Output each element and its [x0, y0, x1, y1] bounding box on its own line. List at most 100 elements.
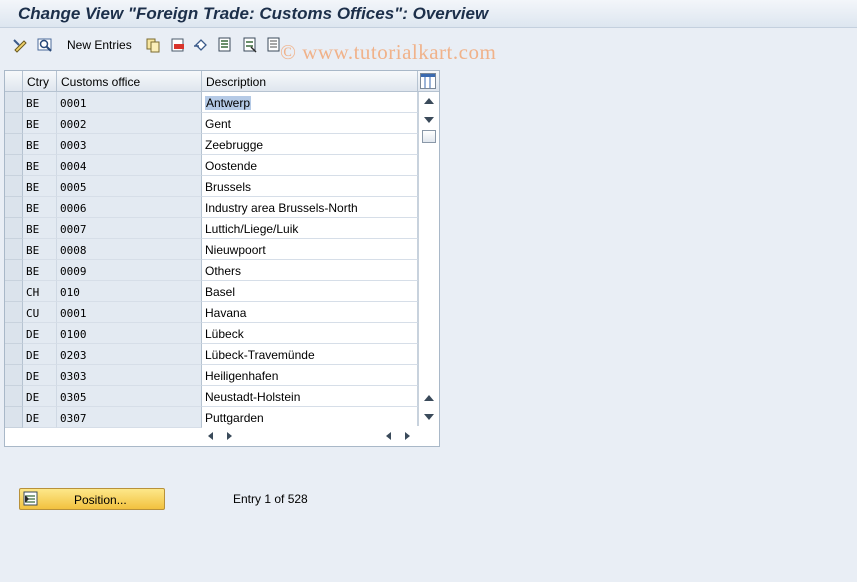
description-text: Brussels	[205, 180, 252, 194]
cell-customs-office: 0203	[57, 344, 202, 365]
vertical-scrollbar[interactable]	[418, 92, 439, 426]
cell-customs-office: 0305	[57, 386, 202, 407]
row-selector[interactable]	[5, 218, 23, 239]
row-selector[interactable]	[5, 365, 23, 386]
scroll-left-end-icon[interactable]	[386, 432, 391, 440]
cell-description[interactable]: Luttich/Liege/Luik	[202, 218, 418, 239]
cell-ctry: BE	[23, 155, 57, 176]
cell-description[interactable]: Oostende	[202, 155, 418, 176]
row-selector[interactable]	[5, 113, 23, 134]
cell-customs-office: 0100	[57, 323, 202, 344]
description-text: Lübeck-Travemünde	[205, 348, 315, 362]
description-text: Others	[205, 264, 242, 278]
cell-ctry: BE	[23, 113, 57, 134]
cell-description[interactable]: Brussels	[202, 176, 418, 197]
page-title: Change View "Foreign Trade: Customs Offi…	[18, 4, 489, 23]
description-text: Luttich/Liege/Luik	[205, 222, 299, 236]
row-selector[interactable]	[5, 239, 23, 260]
page-down-icon[interactable]	[424, 117, 434, 123]
row-selector[interactable]	[5, 407, 23, 428]
position-button[interactable]: Position...	[19, 488, 165, 510]
cell-customs-office: 0003	[57, 134, 202, 155]
cell-ctry: BE	[23, 218, 57, 239]
cell-ctry: DE	[23, 365, 57, 386]
display-change-icon[interactable]	[13, 37, 29, 53]
undo-icon[interactable]	[193, 37, 209, 53]
column-header-description[interactable]: Description	[202, 71, 418, 92]
cell-description[interactable]: Havana	[202, 302, 418, 323]
description-text: Nieuwpoort	[205, 243, 266, 257]
cell-ctry: DE	[23, 407, 57, 428]
row-selector[interactable]	[5, 323, 23, 344]
cell-ctry: BE	[23, 239, 57, 260]
cell-customs-office: 0005	[57, 176, 202, 197]
cell-description[interactable]: Neustadt-Holstein	[202, 386, 418, 407]
cell-description[interactable]: Zeebrugge	[202, 134, 418, 155]
cell-ctry: DE	[23, 323, 57, 344]
cell-description[interactable]: Others	[202, 260, 418, 281]
cell-ctry: CU	[23, 302, 57, 323]
row-selector[interactable]	[5, 197, 23, 218]
description-text: Antwerp	[205, 96, 252, 110]
scroll-left-icon[interactable]	[208, 432, 213, 440]
cell-description[interactable]: Industry area Brussels-North	[202, 197, 418, 218]
description-text: Oostende	[205, 159, 258, 173]
row-selector[interactable]	[5, 302, 23, 323]
application-toolbar: New Entries © www.tutorialkart.com	[0, 29, 857, 64]
scroll-right-icon[interactable]	[227, 432, 232, 440]
row-selector[interactable]	[5, 176, 23, 197]
row-selector[interactable]	[5, 134, 23, 155]
row-selector[interactable]	[5, 281, 23, 302]
cell-ctry: DE	[23, 344, 57, 365]
cell-ctry: BE	[23, 260, 57, 281]
row-selector[interactable]	[5, 386, 23, 407]
cell-ctry: BE	[23, 176, 57, 197]
cell-description[interactable]: Lübeck	[202, 323, 418, 344]
description-text: Industry area Brussels-North	[205, 201, 358, 215]
new-entries-button[interactable]: New Entries	[67, 38, 132, 52]
row-selector[interactable]	[5, 344, 23, 365]
page-up-icon[interactable]	[424, 395, 434, 401]
cell-description[interactable]: Basel	[202, 281, 418, 302]
row-selector[interactable]	[5, 155, 23, 176]
description-text: Havana	[205, 306, 247, 320]
table-settings-icon[interactable]	[420, 73, 436, 89]
row-selector[interactable]	[5, 92, 23, 113]
cell-customs-office: 0001	[57, 92, 202, 113]
cell-description[interactable]: Heiligenhafen	[202, 365, 418, 386]
find-icon[interactable]	[37, 37, 53, 53]
scroll-right-end-icon[interactable]	[405, 432, 410, 440]
cell-customs-office: 010	[57, 281, 202, 302]
description-text: Basel	[205, 285, 236, 299]
column-header-customs-office[interactable]: Customs office	[57, 71, 202, 92]
select-all-icon[interactable]	[217, 37, 233, 53]
description-text: Neustadt-Holstein	[205, 390, 301, 404]
scroll-up-icon[interactable]	[424, 98, 434, 104]
cell-customs-office: 0007	[57, 218, 202, 239]
scroll-down-icon[interactable]	[424, 414, 434, 420]
scroll-thumb[interactable]	[422, 130, 436, 143]
cell-description[interactable]: Lübeck-Travemünde	[202, 344, 418, 365]
entry-counter: Entry 1 of 528	[233, 492, 308, 506]
select-all-rows-cell[interactable]	[5, 71, 23, 92]
position-button-label: Position...	[74, 493, 127, 507]
cell-description[interactable]: Nieuwpoort	[202, 239, 418, 260]
cell-customs-office: 0303	[57, 365, 202, 386]
horizontal-scrollbar[interactable]	[202, 426, 418, 446]
cell-customs-office: 0004	[57, 155, 202, 176]
copy-icon[interactable]	[145, 37, 161, 53]
watermark: © www.tutorialkart.com	[280, 40, 497, 64]
customs-offices-table: Ctry Customs office Description BE 0001 An…	[4, 70, 440, 447]
cell-ctry: BE	[23, 134, 57, 155]
title-bar: Change View "Foreign Trade: Customs Offi…	[0, 0, 857, 28]
description-text: Puttgarden	[205, 411, 264, 425]
row-selector[interactable]	[5, 260, 23, 281]
column-header-ctry[interactable]: Ctry	[23, 71, 57, 92]
delete-icon[interactable]	[170, 37, 186, 53]
description-text: Lübeck	[205, 327, 244, 341]
cell-description[interactable]: Puttgarden	[202, 407, 418, 428]
select-block-icon[interactable]	[242, 37, 258, 53]
cell-description[interactable]: Gent	[202, 113, 418, 134]
cell-description[interactable]: Antwerp	[202, 92, 418, 113]
position-icon	[23, 491, 39, 507]
